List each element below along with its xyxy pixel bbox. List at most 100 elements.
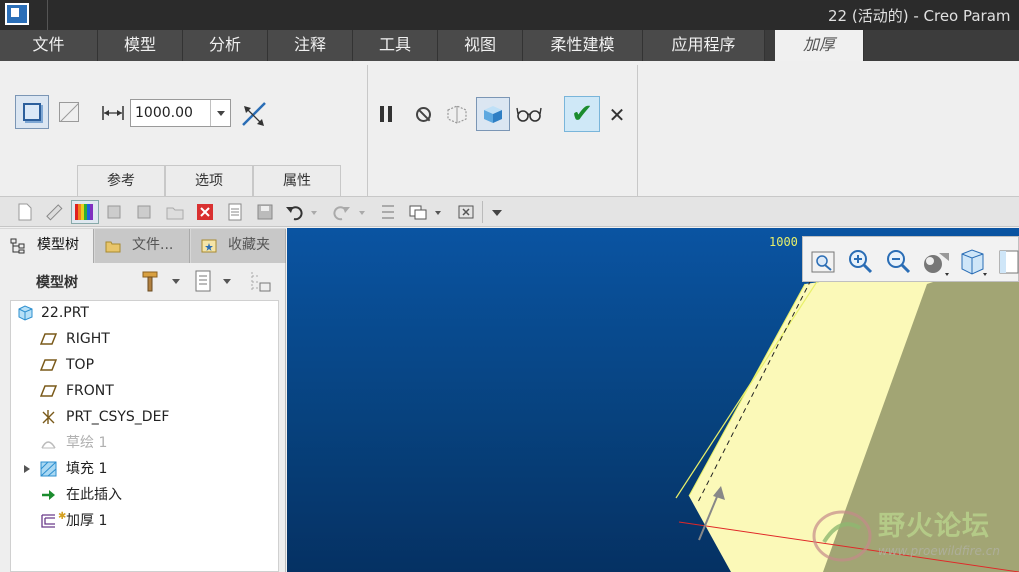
zoom-in-icon[interactable] xyxy=(847,248,873,274)
thickness-input[interactable] xyxy=(131,100,209,126)
ruler-icon[interactable] xyxy=(45,203,63,221)
navigator-tabs: 模型树 文件... 收藏夹 xyxy=(0,228,286,263)
windows-dropdown-icon[interactable] xyxy=(433,203,443,221)
redo-dropdown-icon[interactable] xyxy=(357,203,367,221)
sheet-icon[interactable] xyxy=(226,203,244,221)
display-style-icon[interactable] xyxy=(921,247,951,277)
insert-here-arrow-icon xyxy=(42,490,55,500)
undo-icon[interactable] xyxy=(285,203,303,221)
tree-filter-icon[interactable] xyxy=(249,270,273,294)
navigator-panel: 模型树 文件... 收藏夹 模型树 22.PRT RIGHT TOP FRONT… xyxy=(0,228,286,572)
tab-thicken[interactable]: 加厚 xyxy=(775,30,864,61)
new-file-icon[interactable] xyxy=(16,203,34,221)
edit-definition-icon[interactable] xyxy=(136,203,154,221)
named-views-icon[interactable] xyxy=(997,247,1019,277)
tree-node-label: 22.PRT xyxy=(41,305,89,321)
thickness-dimension-icon xyxy=(102,106,124,120)
tab-tools[interactable]: 工具 xyxy=(353,30,438,61)
tree-node-label: RIGHT xyxy=(66,331,110,347)
customize-toolbar-icon[interactable] xyxy=(488,203,506,221)
tree-settings-hammer-icon[interactable] xyxy=(141,270,161,292)
model-tree: 22.PRT RIGHT TOP FRONT PRT_CSYS_DEF 草绘 1… xyxy=(10,300,279,572)
thickness-input-box xyxy=(130,99,231,127)
save-icon[interactable] xyxy=(256,203,274,221)
expand-arrow-icon[interactable] xyxy=(23,464,31,474)
tree-node-label: 在此插入 xyxy=(66,487,122,503)
part-icon xyxy=(18,305,33,321)
close-icon[interactable] xyxy=(457,203,475,221)
windows-icon[interactable] xyxy=(409,203,427,221)
creo-app-icon[interactable] xyxy=(5,3,29,25)
tab-model[interactable]: 模型 xyxy=(98,30,183,61)
color-palette-icon xyxy=(75,204,93,220)
regenerate-icon[interactable] xyxy=(106,203,124,221)
tree-node-label: PRT_CSYS_DEF xyxy=(66,409,170,425)
show-options-icon[interactable] xyxy=(194,270,212,292)
datum-plane-icon xyxy=(40,359,57,371)
tab-flexible-modeling[interactable]: 柔性建模 xyxy=(523,30,643,61)
accept-button[interactable]: ✔ xyxy=(564,96,600,132)
subtab-properties[interactable]: 属性 xyxy=(253,165,341,196)
solid-icon xyxy=(23,103,41,121)
watermark-logo-icon xyxy=(812,510,872,562)
tab-model-tree[interactable]: 模型树 xyxy=(0,229,94,263)
show-options-dropdown-icon[interactable] xyxy=(222,277,232,285)
sketch-icon xyxy=(41,441,56,449)
tab-folder-browser[interactable]: 文件... xyxy=(95,229,190,263)
no-preview-button[interactable] xyxy=(406,97,440,131)
attached-preview-button[interactable] xyxy=(440,97,474,131)
tab-annotate[interactable]: 注释 xyxy=(268,30,353,61)
cancel-button[interactable]: ✕ xyxy=(604,100,630,130)
ribbon-separator xyxy=(367,65,368,197)
toolbar-separator xyxy=(482,201,483,223)
datum-plane-icon xyxy=(40,333,57,345)
thickness-dropdown-arrow[interactable] xyxy=(210,100,230,126)
solid-thicken-button[interactable] xyxy=(15,95,49,129)
subtab-options[interactable]: 选项 xyxy=(165,165,253,196)
flip-direction-icon[interactable] xyxy=(240,100,268,128)
quick-access-toolbar xyxy=(0,197,1019,227)
tree-node-label: FRONT xyxy=(66,383,114,399)
regenerate-model-icon[interactable] xyxy=(379,203,397,221)
open-folder-icon[interactable] xyxy=(166,203,184,221)
surface-remove-button[interactable] xyxy=(52,95,86,129)
favorites-icon xyxy=(201,239,217,253)
thicken-icon xyxy=(41,514,55,528)
no-preview-icon xyxy=(415,106,431,122)
tab-view[interactable]: 视图 xyxy=(438,30,523,61)
model-tree-toolbar: 模型树 xyxy=(0,263,286,299)
tab-folder-browser-label: 文件... xyxy=(132,237,174,253)
tab-favorites[interactable]: 收藏夹 xyxy=(191,229,286,263)
tree-icon xyxy=(10,238,25,254)
datum-plane-icon xyxy=(40,385,57,397)
tree-node-label: 填充 1 xyxy=(66,461,108,477)
tree-node-label: 加厚 1 xyxy=(66,513,108,529)
checkmark-icon: ✔ xyxy=(571,99,593,129)
thickness-dimension-label[interactable]: 1000 xyxy=(769,235,798,249)
refit-icon[interactable] xyxy=(811,251,835,273)
fill-icon xyxy=(40,461,57,477)
tab-file[interactable]: 文件 xyxy=(0,30,98,61)
tree-settings-dropdown-icon[interactable] xyxy=(171,277,181,285)
tab-applications[interactable]: 应用程序 xyxy=(643,30,765,61)
verify-mode-button[interactable] xyxy=(512,97,546,131)
tab-analysis[interactable]: 分析 xyxy=(183,30,268,61)
folder-icon xyxy=(105,241,121,253)
redo-icon[interactable] xyxy=(333,203,351,221)
pause-icon xyxy=(380,106,392,122)
attached-preview-icon xyxy=(447,105,467,124)
pause-button[interactable] xyxy=(369,97,403,131)
watermark-title: 野火论坛 xyxy=(878,511,990,542)
geometry-preview-icon xyxy=(484,106,502,123)
close-window-icon[interactable] xyxy=(196,203,214,221)
subtab-references[interactable]: 参考 xyxy=(77,165,165,196)
graphics-window[interactable]: 1000 野火论坛 www.proewildfire.cn xyxy=(287,228,1019,572)
geometry-preview-button[interactable] xyxy=(476,97,510,131)
thicken-dashboard: 参考 选项 属性 ✔ ✕ xyxy=(0,61,1019,197)
zoom-out-icon[interactable] xyxy=(885,248,911,274)
remove-material-icon xyxy=(59,102,79,122)
undo-dropdown-icon[interactable] xyxy=(309,203,319,221)
view-toolbar xyxy=(802,236,1019,282)
saved-orientations-icon[interactable] xyxy=(959,247,989,277)
appearance-button[interactable] xyxy=(71,200,99,224)
